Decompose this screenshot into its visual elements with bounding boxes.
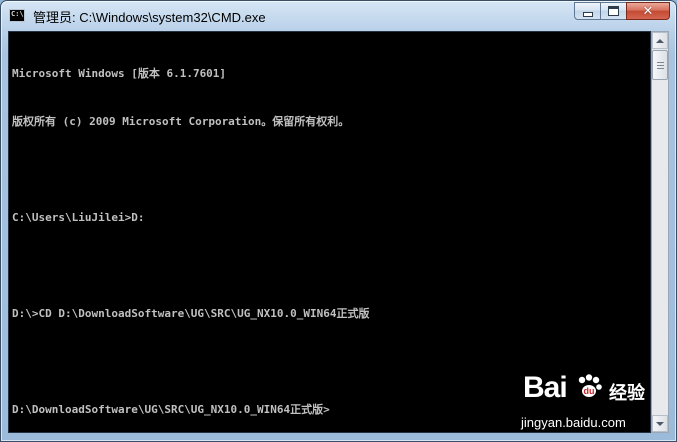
jingyan-text: 经验 (609, 383, 645, 404)
title-bar[interactable]: C:\ 管理员: C:\Windows\system32\CMD.exe ✕ (1, 1, 676, 31)
console-text: Microsoft Windows [版本 6.1.7601] 版权所有 (c)… (12, 34, 370, 441)
svg-text:du: du (584, 386, 595, 396)
minimize-button[interactable] (574, 2, 600, 20)
arrow-down-icon (656, 421, 664, 426)
grip-line (657, 68, 664, 69)
console-line: D:\>CD D:\DownloadSoftware\UG\SRC\UG_NX1… (12, 307, 370, 320)
close-button[interactable]: ✕ (626, 2, 670, 20)
arrow-up-icon (656, 38, 664, 43)
scroll-up-button[interactable] (652, 32, 668, 49)
watermark-url: jingyan.baidu.com (521, 415, 626, 430)
close-icon: ✕ (642, 3, 654, 19)
console-line: D:\DownloadSoftware\UG\SRC\UG_NX10.0_WIN… (12, 403, 330, 416)
baidu-jingyan-watermark: Bai du 经验 jingyan.baidu.com (519, 371, 649, 435)
window-title: 管理员: C:\Windows\system32\CMD.exe (33, 10, 266, 25)
baidu-logo-text: Bai (523, 371, 568, 404)
grip-line (657, 65, 664, 66)
console-line: C:\Users\LiuJilei>D: (12, 211, 145, 224)
grip-line (657, 62, 664, 63)
scroll-thumb[interactable] (652, 50, 668, 80)
scroll-down-button[interactable] (652, 415, 668, 432)
minimize-icon (582, 11, 593, 17)
cmd-icon-glyph: C:\ (11, 10, 24, 18)
console-line: Microsoft Windows [版本 6.1.7601] (12, 67, 227, 80)
maximize-icon (608, 6, 619, 16)
window-controls: ✕ (574, 2, 670, 22)
vertical-scrollbar[interactable] (651, 31, 669, 433)
maximize-button[interactable] (600, 2, 626, 20)
baidu-paw-icon: du (578, 374, 602, 397)
cmd-window: C:\ 管理员: C:\Windows\system32\CMD.exe ✕ M… (0, 0, 677, 442)
console-line: 版权所有 (c) 2009 Microsoft Corporation。保留所有… (12, 115, 350, 128)
cmd-icon[interactable]: C:\ (9, 9, 25, 22)
